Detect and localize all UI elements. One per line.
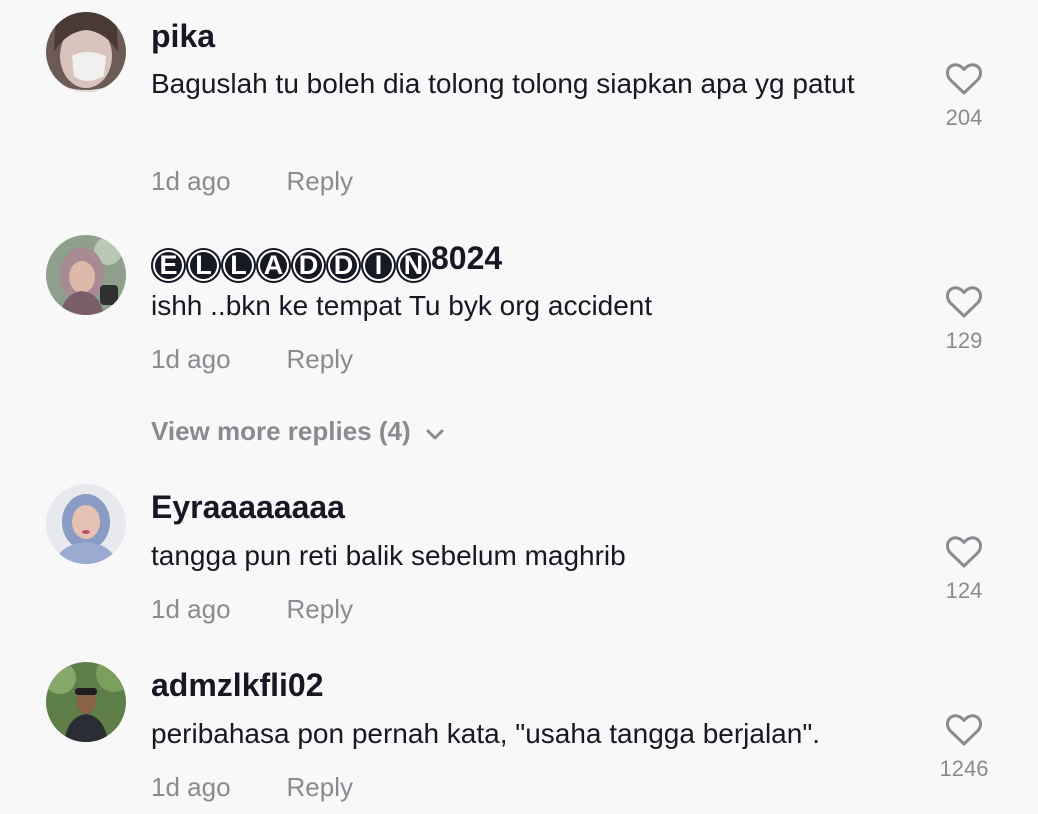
username-circled-letter: I [361, 248, 396, 283]
comment-time: 1d ago [151, 344, 231, 374]
username-circled-letter: A [256, 248, 291, 283]
reply-button[interactable]: Reply [287, 594, 353, 624]
comment-text: tangga pun reti balik sebelum maghrib [151, 540, 626, 571]
comment-text: Baguslah tu boleh dia tolong tolong siap… [151, 68, 855, 99]
heart-outline-icon [946, 714, 982, 746]
like-button[interactable]: 124 [924, 535, 1004, 605]
reply-button[interactable]: Reply [287, 772, 353, 802]
like-button[interactable]: 129 [924, 285, 1004, 355]
username-circled-letter: D [291, 248, 326, 283]
view-more-replies-button[interactable]: View more replies (4) [151, 414, 445, 448]
view-more-replies-label: View more replies (4) [151, 416, 411, 446]
comment-meta: 1d ago Reply [151, 593, 353, 625]
username[interactable]: E L L A D D I N 8024 [151, 238, 502, 283]
avatar[interactable] [46, 662, 126, 742]
comment-meta: 1d ago Reply [151, 165, 353, 197]
heart-outline-icon [946, 536, 982, 568]
username[interactable]: admzlkfli02 [151, 665, 324, 705]
username[interactable]: pika [151, 16, 215, 56]
comment-text: peribahasa pon pernah kata, "usaha tangg… [151, 718, 821, 749]
username-suffix: 8024 [431, 240, 503, 276]
username-circled-letter: N [396, 248, 431, 283]
avatar[interactable] [46, 484, 126, 564]
username-circled-letter: E [151, 248, 186, 283]
comment-time: 1d ago [151, 166, 231, 196]
username-circled-letter: D [326, 248, 361, 283]
comment-meta: 1d ago Reply [151, 343, 353, 375]
avatar[interactable] [46, 235, 126, 315]
chevron-down-icon [426, 429, 444, 440]
comment-time: 1d ago [151, 594, 231, 624]
heart-outline-icon [946, 286, 982, 318]
like-button[interactable]: 1246 [924, 713, 1004, 783]
reply-button[interactable]: Reply [287, 166, 353, 196]
like-button[interactable]: 204 [924, 62, 1004, 132]
comment-time: 1d ago [151, 772, 231, 802]
username-circled-letter: L [221, 248, 256, 283]
comment-text: ishh ..bkn ke tempat Tu byk org accident [151, 290, 653, 321]
like-count: 129 [945, 328, 983, 353]
heart-outline-icon [946, 63, 982, 95]
comment-meta: 1d ago Reply [151, 771, 353, 803]
username[interactable]: Eyraaaaaaaa [151, 487, 345, 527]
reply-button[interactable]: Reply [287, 344, 353, 374]
like-count: 1246 [939, 756, 989, 781]
like-count: 124 [945, 578, 983, 603]
avatar[interactable] [46, 12, 126, 92]
like-count: 204 [945, 105, 983, 130]
username-circled-letter: L [186, 248, 221, 283]
